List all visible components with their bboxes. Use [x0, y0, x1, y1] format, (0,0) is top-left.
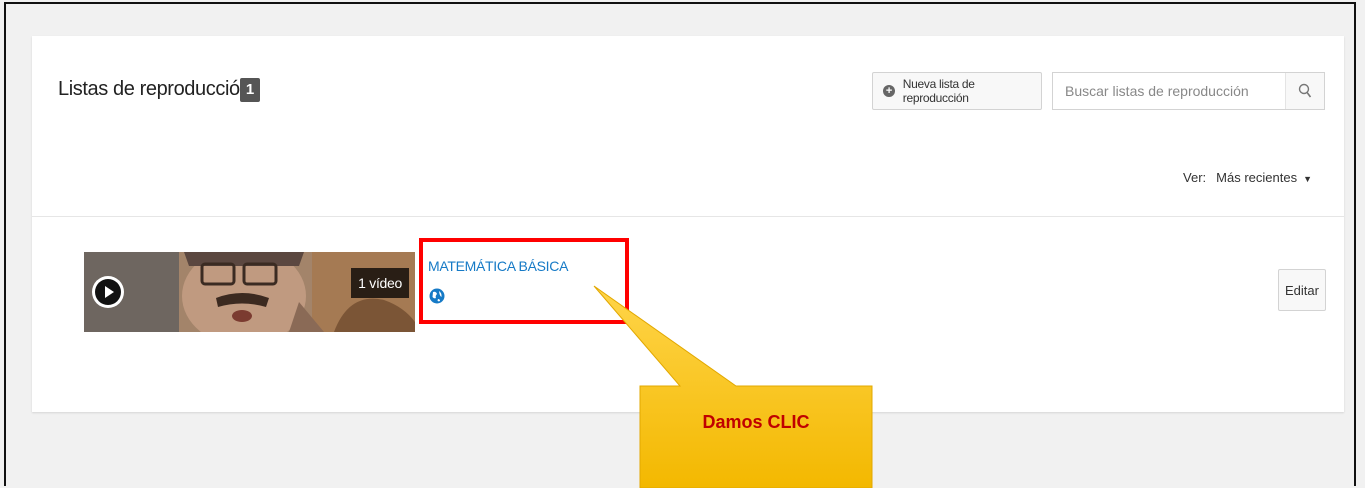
- callout-text: Damos CLIC: [702, 412, 810, 432]
